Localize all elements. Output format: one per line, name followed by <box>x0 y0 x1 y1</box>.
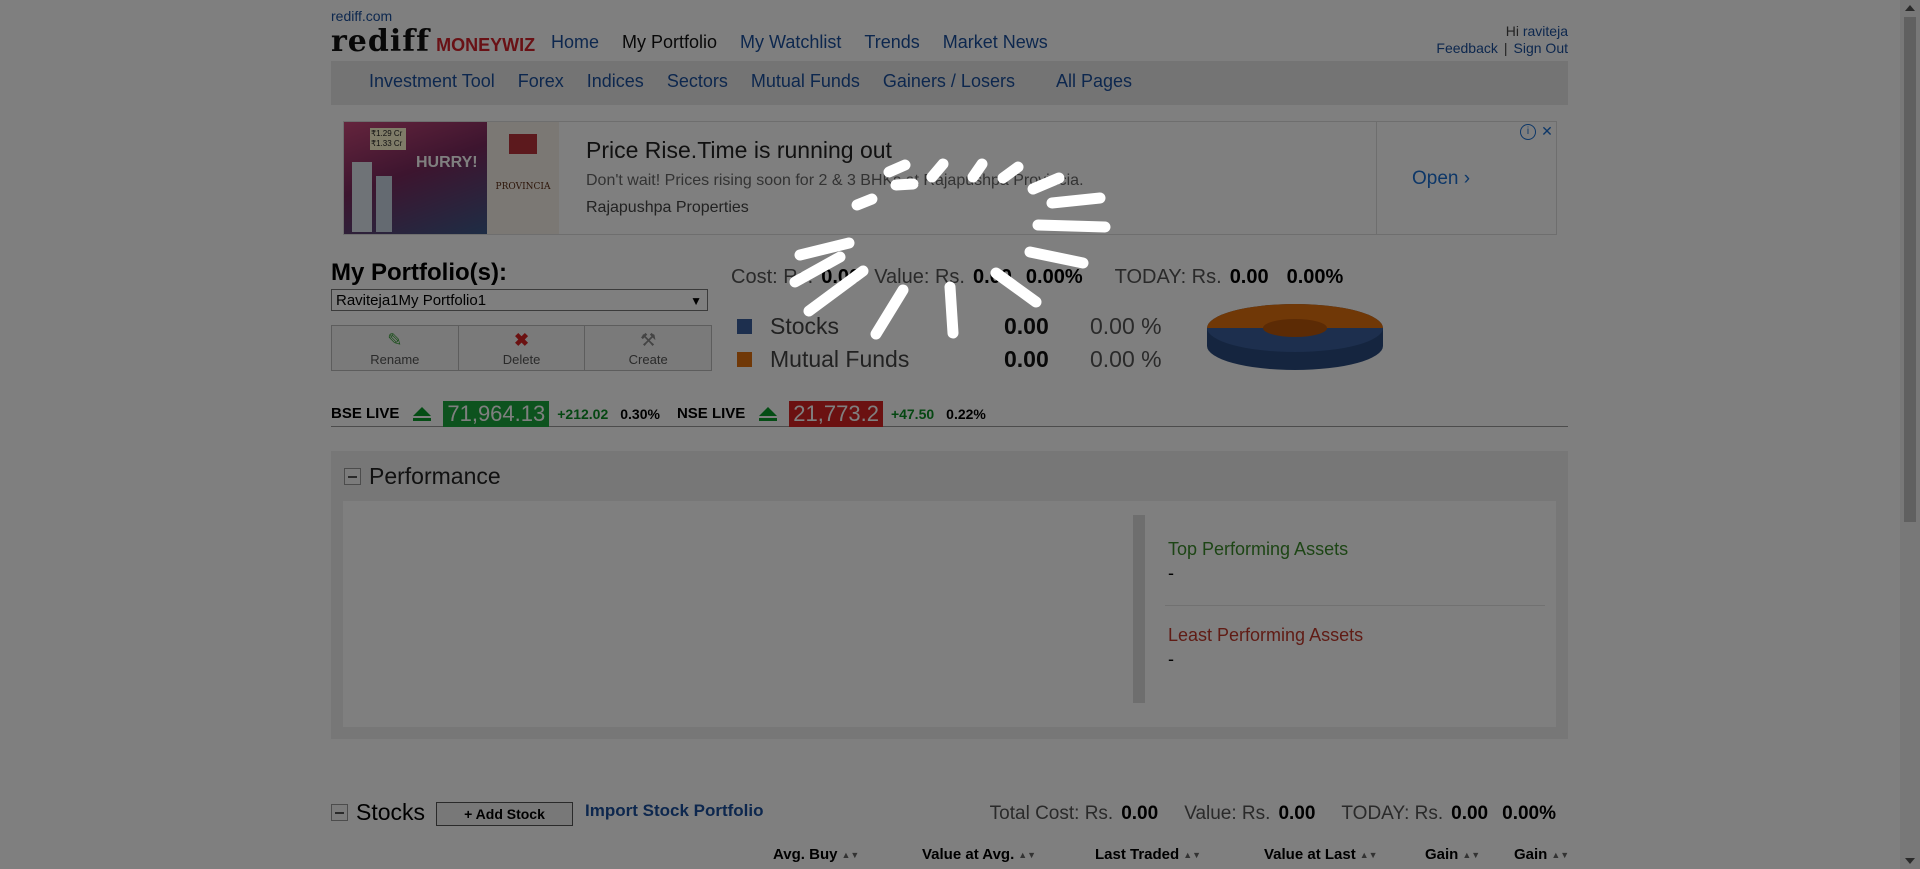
loading-spinner-icon <box>789 158 1111 340</box>
loading-overlay <box>0 0 1920 869</box>
